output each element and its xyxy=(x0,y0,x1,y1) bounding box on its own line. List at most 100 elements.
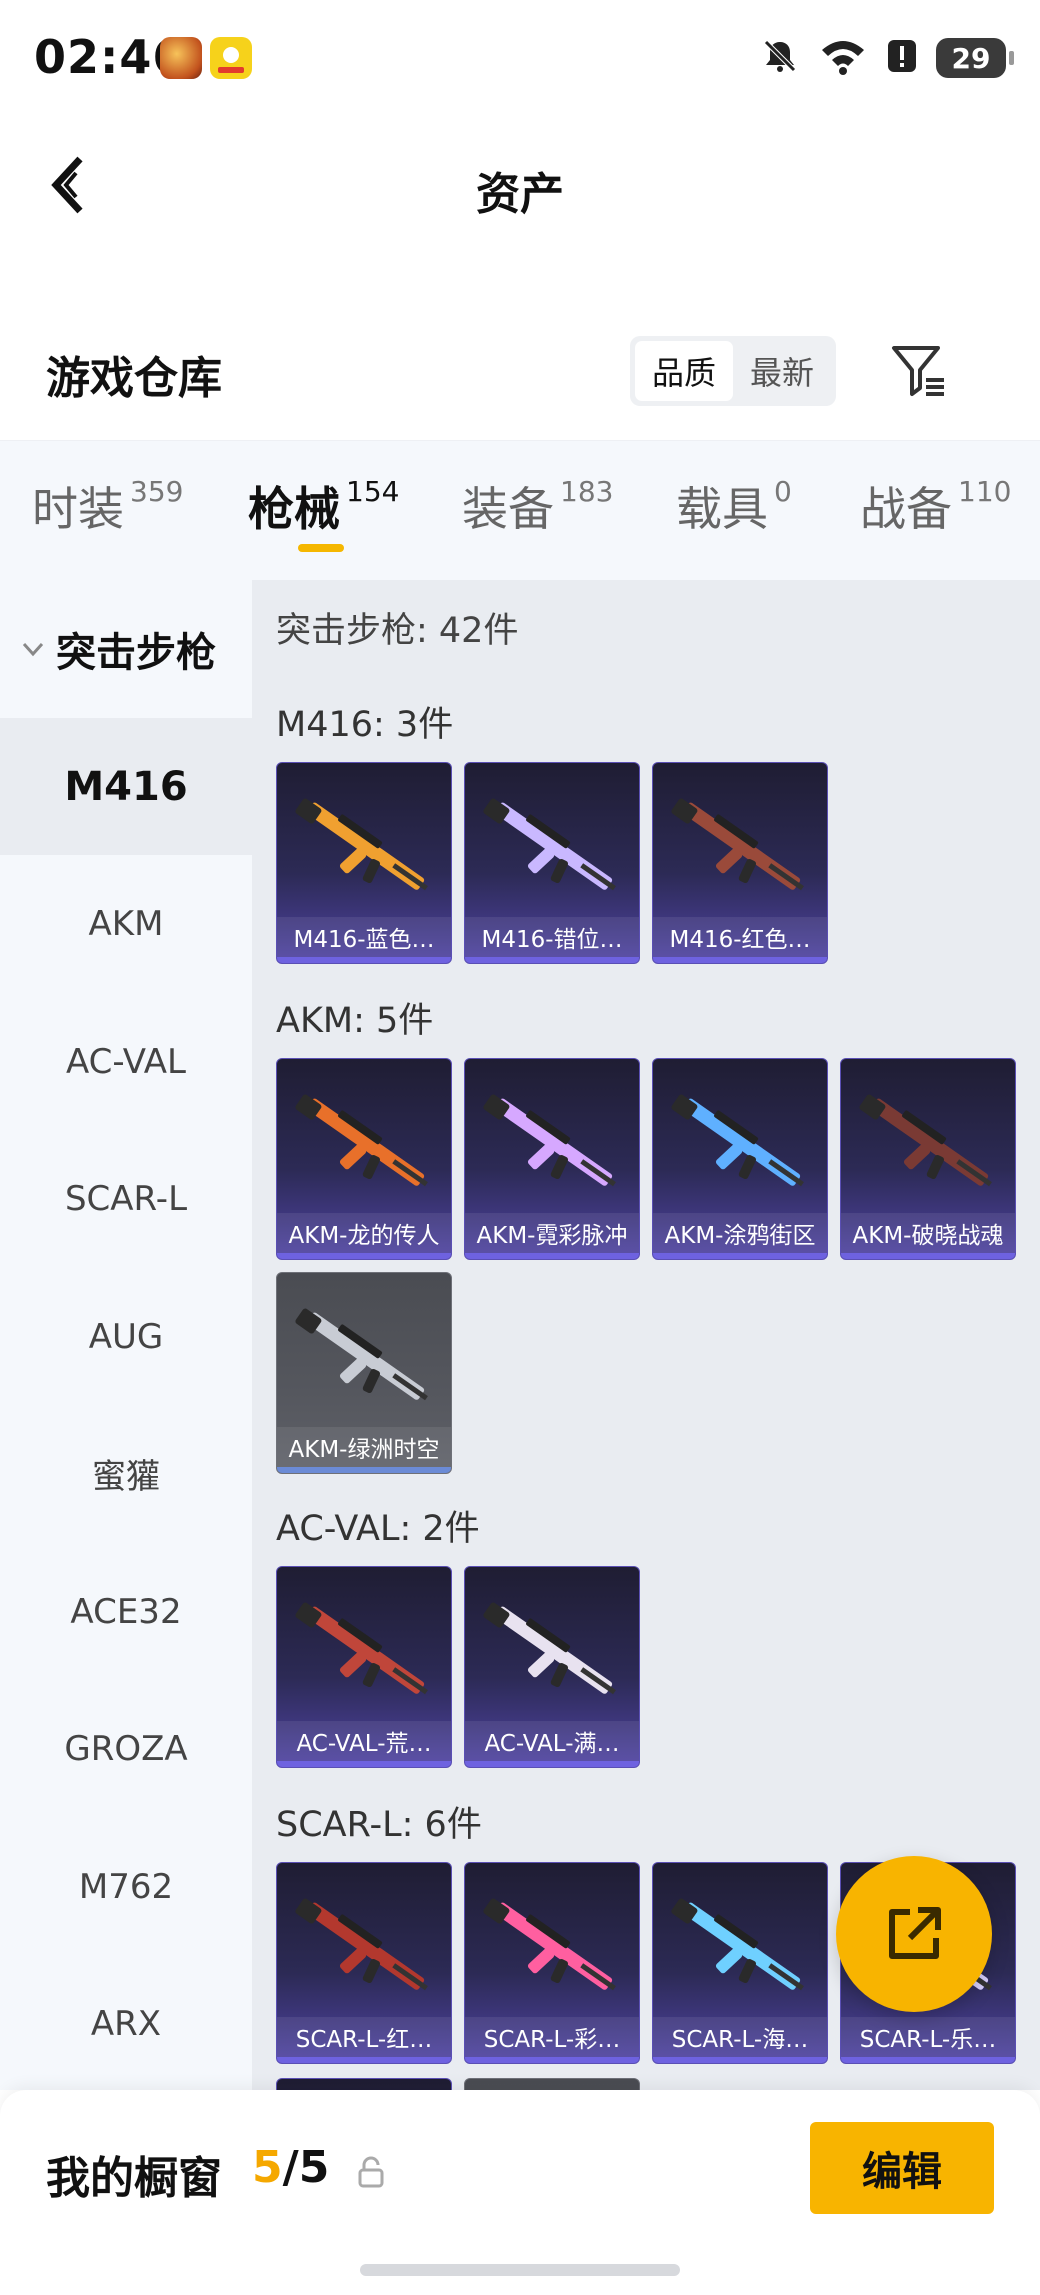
sidebar-item-scar-l[interactable]: SCAR-L xyxy=(0,1130,252,1267)
assets-page: 02:46 29 资产 游戏仓库 品质 最新 时装 359 枪械 154 装备 … xyxy=(0,0,1040,2295)
sidebar-item-m416[interactable]: M416 xyxy=(0,718,252,855)
sidebar-group-label: 突击步枪 xyxy=(56,630,216,676)
card-rarity-bar xyxy=(465,957,639,963)
card-rarity-bar xyxy=(653,2057,827,2063)
skin-card[interactable]: AC-VAL-荒… xyxy=(276,1566,452,1768)
sidebar-item-ace32[interactable]: ACE32 xyxy=(0,1543,252,1680)
skin-card[interactable]: SCAR-L-红… xyxy=(276,1862,452,2064)
skin-card[interactable]: AKM-龙的传人 xyxy=(276,1058,452,1260)
chevron-down-icon xyxy=(22,642,44,657)
status-icons: 29 xyxy=(760,36,1014,80)
rifle-icon xyxy=(671,1898,804,1991)
sidebar-item-akm[interactable]: AKM xyxy=(0,855,252,992)
skin-card-label: AKM-涂鸦街区 xyxy=(653,1213,827,1253)
home-indicator[interactable] xyxy=(360,2264,680,2276)
tab-combat-prep[interactable]: 战备 110 xyxy=(860,473,1011,539)
card-rarity-bar xyxy=(277,1761,451,1767)
alert-icon xyxy=(886,36,918,80)
sidebar-item-honey-badger[interactable]: 蜜獾 xyxy=(0,1405,252,1542)
tab-count: 0 xyxy=(774,475,792,508)
skin-card-partial[interactable] xyxy=(276,2078,452,2090)
skin-card-label: AKM-龙的传人 xyxy=(277,1213,451,1253)
card-rarity-bar xyxy=(841,2057,1015,2063)
section-title-akm: AKM: 5件 xyxy=(276,1001,434,1041)
rifle-icon xyxy=(295,798,428,891)
showcase-title: 我的橱窗 xyxy=(46,2153,222,2204)
section-title-m416: M416: 3件 xyxy=(276,705,454,745)
category-tabs: 时装 359 枪械 154 装备 183 载具 0 战备 110 xyxy=(0,440,1040,580)
category-summary: 突击步枪: 42件 xyxy=(276,611,519,651)
showcase-count: 5/5 xyxy=(252,2142,329,2193)
tab-count: 359 xyxy=(130,475,184,508)
tab-count: 183 xyxy=(560,475,614,508)
skin-card-label: SCAR-L-乐… xyxy=(841,2017,1015,2057)
sidebar-group-assault-rifle[interactable]: 突击步枪 xyxy=(0,580,252,718)
sidebar-item-arx[interactable]: ARX xyxy=(0,1955,252,2092)
app-icon-yellow xyxy=(210,37,252,79)
card-rarity-bar xyxy=(277,2057,451,2063)
rifle-icon xyxy=(483,1094,616,1187)
skin-card-label: AKM-绿洲时空 xyxy=(277,1427,451,1467)
page-title: 资产 xyxy=(476,169,564,220)
showcase-total: 5 xyxy=(298,2142,330,2193)
tab-vehicles[interactable]: 载具 0 xyxy=(676,473,792,539)
sidebar-item-ac-val[interactable]: AC-VAL xyxy=(0,993,252,1130)
tab-label: 载具 xyxy=(676,482,768,536)
skin-card-label: SCAR-L-红… xyxy=(277,2017,451,2057)
sort-option-newest[interactable]: 最新 xyxy=(733,341,831,401)
lock-icon xyxy=(358,2156,384,2188)
skin-card[interactable]: AKM-霓彩脉冲 xyxy=(464,1058,640,1260)
skin-card[interactable]: SCAR-L-彩… xyxy=(464,1862,640,2064)
skin-card[interactable]: SCAR-L-海… xyxy=(652,1862,828,2064)
card-rarity-bar xyxy=(841,1253,1015,1259)
sidebar-item-aug[interactable]: AUG xyxy=(0,1268,252,1405)
skin-card-label: M416-错位… xyxy=(465,917,639,957)
rifle-icon xyxy=(671,798,804,891)
showcase-separator: / xyxy=(282,2142,299,2193)
section-title-scar-l: SCAR-L: 6件 xyxy=(276,1805,482,1845)
sort-option-quality[interactable]: 品质 xyxy=(635,341,733,401)
rifle-icon xyxy=(295,1602,428,1695)
tab-count: 154 xyxy=(346,475,400,508)
skin-card[interactable]: M416-错位… xyxy=(464,762,640,964)
rifle-icon xyxy=(671,1094,804,1187)
skin-card[interactable]: AKM-破晓战魂 xyxy=(840,1058,1016,1260)
share-export-button[interactable] xyxy=(836,1856,992,2012)
skin-card[interactable]: AC-VAL-满… xyxy=(464,1566,640,1768)
tab-label: 战备 xyxy=(860,482,952,536)
warehouse-title: 游戏仓库 xyxy=(46,353,222,404)
showcase-current: 5 xyxy=(252,2142,283,2193)
rifle-icon xyxy=(483,1602,616,1695)
skin-card-label: AC-VAL-荒… xyxy=(277,1721,451,1761)
card-rarity-bar xyxy=(465,1253,639,1259)
battery-level: 29 xyxy=(951,41,991,75)
skin-card[interactable]: AKM-涂鸦街区 xyxy=(652,1058,828,1260)
card-rarity-bar xyxy=(277,957,451,963)
tab-label: 时装 xyxy=(32,482,124,536)
section-title-ac-val: AC-VAL: 2件 xyxy=(276,1509,480,1549)
sidebar-item-groza[interactable]: GROZA xyxy=(0,1680,252,1817)
skin-card[interactable]: M416-红色… xyxy=(652,762,828,964)
skin-card-label: M416-红色… xyxy=(653,917,827,957)
tab-fashion[interactable]: 时装 359 xyxy=(32,473,183,539)
tab-firearms[interactable]: 枪械 154 xyxy=(248,473,399,539)
filter-button[interactable] xyxy=(888,340,948,400)
rifle-icon xyxy=(295,1094,428,1187)
card-rarity-bar xyxy=(653,957,827,963)
sidebar-item-m762[interactable]: M762 xyxy=(0,1818,252,1955)
app-icon-hero xyxy=(160,37,202,79)
rifle-icon xyxy=(295,1308,428,1401)
skin-card[interactable]: AKM-绿洲时空 xyxy=(276,1272,452,1474)
tab-equipment[interactable]: 装备 183 xyxy=(462,473,613,539)
skin-card-label: AKM-霓彩脉冲 xyxy=(465,1213,639,1253)
skin-card-partial[interactable] xyxy=(464,2078,640,2090)
showcase-bar: 我的橱窗 5/5 编辑 xyxy=(0,2090,1040,2295)
mute-bell-icon xyxy=(760,36,800,80)
edit-button[interactable]: 编辑 xyxy=(810,2122,994,2214)
active-tab-indicator xyxy=(298,544,344,552)
skin-card[interactable]: M416-蓝色… xyxy=(276,762,452,964)
card-rarity-bar xyxy=(465,1761,639,1767)
skin-card-label: AKM-破晓战魂 xyxy=(841,1213,1015,1253)
skin-card-label: SCAR-L-海… xyxy=(653,2017,827,2057)
card-rarity-bar xyxy=(277,1253,451,1259)
